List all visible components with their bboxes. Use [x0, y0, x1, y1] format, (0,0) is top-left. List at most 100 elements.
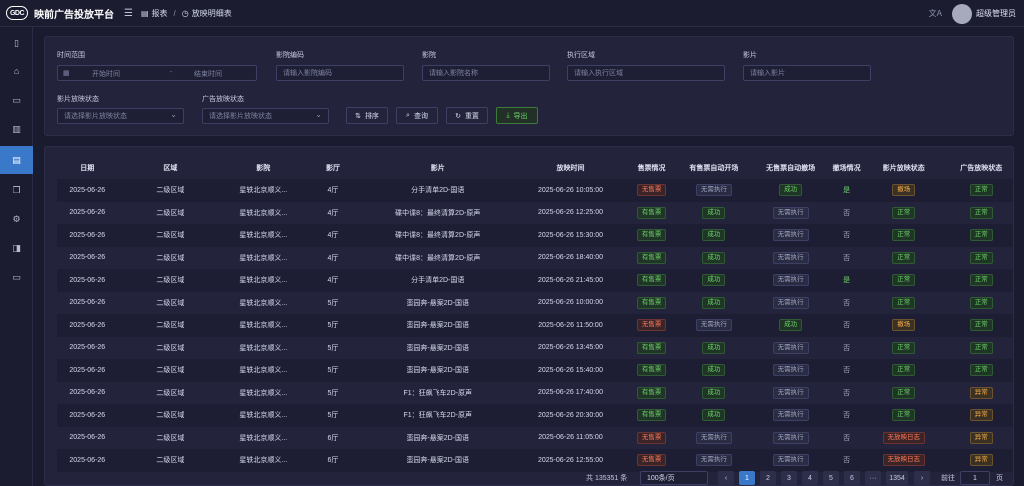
- goto-label: 前往: [941, 475, 955, 482]
- cell-film: 蛮园奔-悬案2D-国语: [362, 359, 513, 382]
- query-button[interactable]: ⌕ 查询: [396, 107, 438, 124]
- cell-ad-status: 正常: [942, 359, 1013, 382]
- menu-icon[interactable]: ☰: [124, 8, 133, 19]
- document-icon[interactable]: ▯: [0, 29, 33, 57]
- withdraw-value: 否: [843, 232, 851, 240]
- cell-cinema: 星轶北京顺义...: [223, 426, 304, 449]
- cell-hall: 5厅: [303, 381, 363, 404]
- monitor-icon[interactable]: ▭: [0, 86, 33, 114]
- cell-film: 碟中谍8：最终清算2D-原声: [362, 224, 513, 247]
- page-button[interactable]: 4: [802, 471, 818, 485]
- home-icon[interactable]: ⌂: [0, 57, 33, 85]
- translate-icon[interactable]: 文A: [929, 8, 942, 19]
- cinema-input[interactable]: 请输入影院名称: [422, 65, 550, 81]
- film-status-tag: 正常: [892, 341, 916, 354]
- auto-withdraw-tag: 无需执行: [772, 409, 809, 422]
- table-row: 2025-06-26 二级区域 星轶北京顺义... 4厅 碟中谍8：最终清算2D-原声 2…: [57, 246, 1013, 269]
- cell-cinema: 星轶北京顺义...: [223, 314, 304, 337]
- auto-withdraw-tag: 成功: [779, 319, 803, 332]
- ticket-status-tag: 有售票: [636, 386, 667, 399]
- start-date-placeholder[interactable]: 开始时间: [92, 69, 120, 79]
- prev-page-button[interactable]: ‹: [718, 471, 734, 485]
- breadcrumb-item-detail[interactable]: 放映明细表: [192, 8, 232, 19]
- download-icon: ⤓: [506, 111, 510, 119]
- ad-status-select[interactable]: 请选择影片放映状态: [202, 108, 329, 124]
- breadcrumb-item-report[interactable]: 报表: [152, 8, 168, 19]
- settings-icon[interactable]: ⚙: [0, 205, 33, 233]
- film-status-tag: 无放映日志: [882, 454, 926, 467]
- cell-cinema: 星轶北京顺义...: [223, 201, 304, 224]
- film-status-tag: 撤场: [892, 319, 916, 332]
- cell-film: 分手清单2D-国语: [362, 269, 513, 292]
- cell-auto-open: 成功: [675, 359, 753, 382]
- cell-auto-withdraw: 无需执行: [752, 201, 829, 224]
- region-input[interactable]: 请输入执行区域: [567, 65, 725, 81]
- cell-ad-status: 正常: [942, 269, 1013, 292]
- page-suffix: 页: [996, 475, 1003, 482]
- cell-show-time: 2025-06-26 10:05:00: [512, 179, 629, 202]
- column-header-withdraw-status: 撤场情况: [832, 165, 861, 172]
- page-button[interactable]: 3: [781, 471, 797, 485]
- ticket-status-tag: 有售票: [636, 341, 667, 354]
- avatar[interactable]: [952, 3, 972, 24]
- auto-open-tag: 成功: [702, 409, 726, 422]
- end-date-placeholder[interactable]: 结束时间: [194, 69, 222, 79]
- ad-status-label: 广告放映状态: [202, 96, 244, 103]
- cell-date: 2025-06-26: [57, 381, 118, 404]
- ad-status-placeholder: 请选择影片放映状态: [209, 113, 272, 120]
- page-button[interactable]: 1354: [886, 471, 908, 485]
- film-status-select[interactable]: 请选择影片放映状态: [57, 108, 184, 124]
- copy-icon[interactable]: ❐: [0, 176, 33, 204]
- ad-status-tag: 正常: [969, 341, 993, 354]
- cell-region: 二级区域: [117, 336, 224, 359]
- auto-open-tag: 成功: [702, 386, 726, 399]
- cell-show-time: 2025-06-26 11:50:00: [512, 314, 629, 337]
- time-range-label: 时间范围: [57, 52, 85, 59]
- auto-open-tag: 无需执行: [695, 454, 732, 467]
- column-header-region: 区域: [163, 165, 178, 172]
- page-button[interactable]: 1: [739, 471, 755, 485]
- ticket-status-tag: 有售票: [636, 251, 667, 264]
- cinema-code-input[interactable]: 请输入影院编码: [276, 65, 404, 81]
- auto-withdraw-tag: 无需执行: [772, 206, 809, 219]
- cell-show-time: 2025-06-26 13:45:00: [512, 336, 629, 359]
- report-icon[interactable]: ▤: [0, 146, 33, 174]
- page-size-select[interactable]: 100条/页: [640, 471, 708, 485]
- page-button[interactable]: 2: [760, 471, 776, 485]
- cell-region: 二级区域: [117, 314, 224, 337]
- cell-auto-withdraw: 成功: [752, 314, 829, 337]
- film-input[interactable]: 请输入影片: [743, 65, 871, 81]
- screen-icon[interactable]: ▭: [0, 263, 33, 291]
- cell-hall: 4厅: [303, 179, 363, 202]
- cell-date: 2025-06-26: [57, 314, 118, 337]
- page-button[interactable]: ···: [865, 471, 881, 485]
- cell-date: 2025-06-26: [57, 359, 118, 382]
- cell-hall: 5厅: [303, 291, 363, 314]
- page-button[interactable]: 6: [844, 471, 860, 485]
- next-page-button[interactable]: ›: [914, 471, 930, 485]
- ad-status-tag: 正常: [969, 319, 993, 332]
- clock-icon: ◷: [181, 8, 189, 18]
- cell-hall: 5厅: [303, 336, 363, 359]
- cell-auto-open: 无需执行: [675, 426, 753, 449]
- cell-film-status: 正常: [864, 336, 943, 359]
- cell-film-status: 无放映日志: [864, 449, 943, 472]
- date-range-input[interactable]: ▦ 开始时间 - 结束时间: [57, 65, 257, 81]
- auto-open-tag: 无需执行: [695, 431, 732, 444]
- box-icon[interactable]: ◨: [0, 234, 33, 262]
- cell-region: 二级区域: [117, 179, 224, 202]
- page-button[interactable]: 5: [823, 471, 839, 485]
- cell-ticket-status: 有售票: [628, 224, 676, 247]
- export-button[interactable]: ⤓ 导出: [496, 107, 538, 124]
- table-row: 2025-06-26 二级区域 星轶北京顺义... 5厅 蛮园奔-悬案2D-国语 2025…: [57, 336, 1013, 359]
- sort-button[interactable]: ⇅ 排序: [346, 107, 388, 124]
- cell-ad-status: 异常: [942, 404, 1013, 427]
- table-row: 2025-06-26 二级区域 星轶北京顺义... 5厅 F1：狂飙飞车2D-原声 202…: [57, 381, 1013, 404]
- reset-button[interactable]: ↻ 重置: [446, 107, 488, 124]
- table-row: 2025-06-26 二级区域 星轶北京顺义... 4厅 碟中谍8：最终清算2D-原声 2…: [57, 201, 1013, 224]
- username[interactable]: 超级管理员: [976, 8, 1016, 19]
- goto-page-input[interactable]: 1: [960, 471, 990, 485]
- ad-status-tag: 正常: [969, 296, 993, 309]
- chart-icon[interactable]: ▥: [0, 115, 33, 143]
- cell-withdraw-status: 否: [828, 246, 865, 269]
